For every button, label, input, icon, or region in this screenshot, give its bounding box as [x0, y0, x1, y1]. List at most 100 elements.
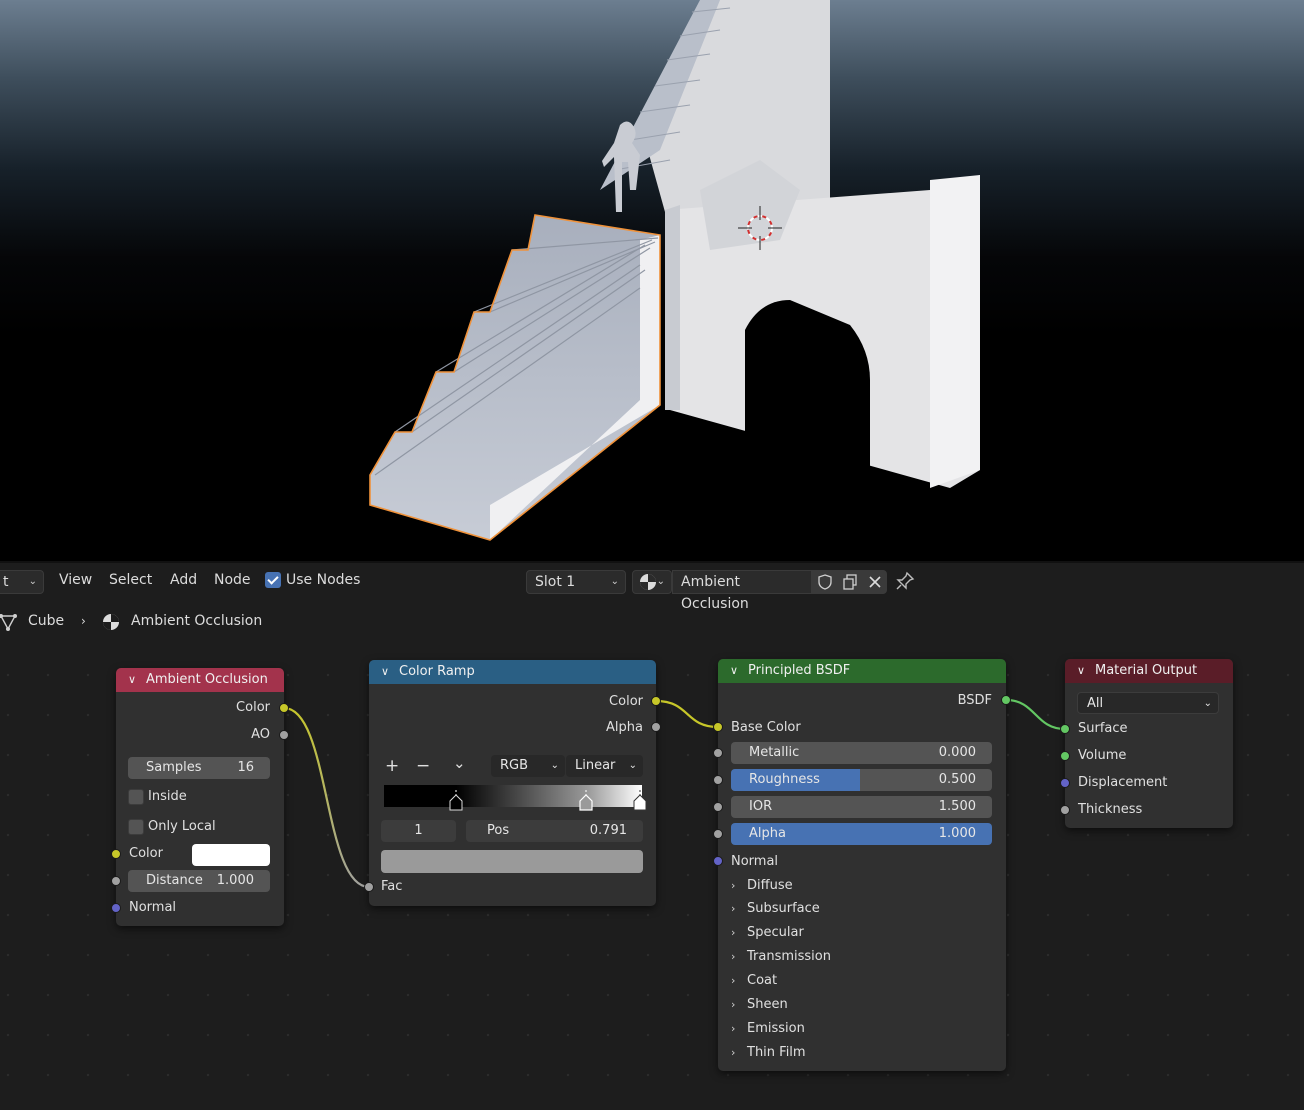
stop-color-swatch[interactable]: [381, 850, 643, 873]
slot-label: Slot 1: [535, 574, 576, 590]
slot-dropdown[interactable]: Slot 1 ⌄: [526, 570, 626, 594]
chevron-down-icon: ⌄: [610, 576, 619, 587]
node-title: Principled BSDF: [748, 663, 851, 678]
socket-bsdf-out[interactable]: [1001, 695, 1011, 705]
interpolation-value: Linear: [575, 758, 616, 773]
close-icon: [869, 576, 881, 588]
ior-field[interactable]: IOR 1.500: [731, 796, 992, 818]
socket-output-thickness-in[interactable]: [1060, 805, 1070, 815]
browse-material-button[interactable]: ⌄: [632, 570, 672, 594]
input-volume-label: Volume: [1078, 748, 1127, 763]
panel-emission[interactable]: › Emission: [731, 1021, 805, 1036]
remove-stop-button[interactable]: −: [416, 756, 430, 776]
target-dropdown[interactable]: All ⌄: [1077, 692, 1219, 714]
node-color-ramp[interactable]: ∨ Color Ramp Color Alpha + − ⌄ RGB ⌄ Lin…: [369, 660, 656, 906]
roughness-label: Roughness: [749, 772, 820, 787]
socket-ao-normal-in[interactable]: [111, 903, 121, 913]
socket-bsdf-roughness-in[interactable]: [713, 775, 723, 785]
panel-thin-film[interactable]: › Thin Film: [731, 1045, 806, 1060]
ramp-menu-button[interactable]: ⌄: [453, 754, 466, 772]
chevron-right-icon: ›: [731, 998, 736, 1011]
node-header[interactable]: ∨ Principled BSDF: [718, 659, 1006, 683]
alpha-field[interactable]: Alpha 1.000: [731, 823, 992, 845]
duplicate-material-button[interactable]: [837, 570, 862, 594]
socket-ao-distance-in[interactable]: [111, 876, 121, 886]
editor-type-dropdown[interactable]: t ⌄: [0, 570, 44, 594]
socket-ao-color-in[interactable]: [111, 849, 121, 859]
chevron-down-icon[interactable]: ∨: [730, 659, 738, 683]
material-sphere-icon: [103, 614, 119, 630]
socket-output-surface-in[interactable]: [1060, 724, 1070, 734]
node-header[interactable]: ∨ Material Output: [1065, 659, 1233, 683]
panel-label: Diffuse: [747, 878, 793, 893]
3d-viewport[interactable]: [0, 0, 1304, 561]
material-name-field[interactable]: Ambient Occlusion: [672, 570, 812, 612]
output-color-label: Color: [609, 694, 643, 709]
socket-bsdf-ior-in[interactable]: [713, 802, 723, 812]
panel-label: Transmission: [747, 949, 831, 964]
ior-value: 1.500: [938, 799, 976, 814]
shield-icon: [818, 574, 832, 590]
menu-view[interactable]: View: [59, 572, 92, 588]
inside-checkbox[interactable]: [128, 789, 144, 805]
menu-node[interactable]: Node: [214, 572, 251, 588]
chevron-down-icon[interactable]: ∨: [128, 668, 136, 692]
use-nodes-label[interactable]: Use Nodes: [286, 572, 360, 588]
menu-select[interactable]: Select: [109, 572, 152, 588]
socket-ramp-color-out[interactable]: [651, 696, 661, 706]
socket-bsdf-alpha-in[interactable]: [713, 829, 723, 839]
metallic-field[interactable]: Metallic 0.000: [731, 742, 992, 764]
socket-output-displacement-in[interactable]: [1060, 778, 1070, 788]
node-header[interactable]: ∨ Color Ramp: [369, 660, 656, 684]
chevron-down-icon: ⌄: [628, 760, 637, 771]
stop-index-field[interactable]: 1: [381, 820, 456, 842]
output-alpha-label: Alpha: [606, 720, 643, 735]
panel-subsurface[interactable]: › Subsurface: [731, 901, 820, 916]
samples-value: 16: [237, 760, 254, 775]
socket-ramp-fac-in[interactable]: [364, 882, 374, 892]
pos-value: 0.791: [589, 823, 627, 838]
menu-add[interactable]: Add: [170, 572, 197, 588]
panel-diffuse[interactable]: › Diffuse: [731, 878, 793, 893]
node-ambient-occlusion[interactable]: ∨ Ambient Occlusion Color AO Samples 16 …: [116, 668, 284, 926]
node-material-output[interactable]: ∨ Material Output All ⌄ Surface Volume D…: [1065, 659, 1233, 828]
unlink-material-button[interactable]: [862, 570, 887, 594]
only-local-checkbox[interactable]: [128, 819, 144, 835]
chevron-down-icon[interactable]: ∨: [381, 660, 389, 684]
socket-output-volume-in[interactable]: [1060, 751, 1070, 761]
node-principled-bsdf[interactable]: ∨ Principled BSDF BSDF Base Color Metall…: [718, 659, 1006, 1071]
use-nodes-checkbox[interactable]: [265, 572, 281, 588]
input-displacement-label: Displacement: [1078, 775, 1168, 790]
pin-icon[interactable]: [895, 571, 915, 591]
distance-value: 1.000: [216, 873, 254, 888]
material-sphere-icon: [640, 574, 656, 590]
panel-specular[interactable]: › Specular: [731, 925, 804, 940]
socket-bsdf-base-color-in[interactable]: [713, 722, 723, 732]
color-swatch[interactable]: [192, 844, 270, 866]
input-normal-label: Normal: [129, 900, 177, 915]
add-stop-button[interactable]: +: [385, 756, 399, 776]
panel-coat[interactable]: › Coat: [731, 973, 777, 988]
roughness-field[interactable]: Roughness 0.500: [731, 769, 992, 791]
interpolation-dropdown[interactable]: Linear ⌄: [566, 755, 643, 777]
panel-transmission[interactable]: › Transmission: [731, 949, 831, 964]
socket-bsdf-metallic-in[interactable]: [713, 748, 723, 758]
panel-sheen[interactable]: › Sheen: [731, 997, 788, 1012]
ramp-stops[interactable]: [378, 790, 648, 812]
editor-type-label: t: [3, 574, 9, 590]
target-value: All: [1087, 696, 1104, 711]
socket-ramp-alpha-out[interactable]: [651, 722, 661, 732]
stop-pos-field[interactable]: Pos 0.791: [466, 820, 643, 842]
socket-ao-color-out[interactable]: [279, 703, 289, 713]
chevron-right-icon: ›: [731, 974, 736, 987]
node-header[interactable]: ∨ Ambient Occlusion: [116, 668, 284, 692]
input-surface-label: Surface: [1078, 721, 1128, 736]
panel-label: Sheen: [747, 997, 788, 1012]
socket-ao-ao-out[interactable]: [279, 730, 289, 740]
fake-user-button[interactable]: [812, 570, 837, 594]
color-mode-dropdown[interactable]: RGB ⌄: [491, 755, 565, 777]
socket-bsdf-normal-in[interactable]: [713, 856, 723, 866]
distance-field[interactable]: Distance 1.000: [128, 870, 270, 892]
samples-field[interactable]: Samples 16: [128, 757, 270, 779]
chevron-down-icon[interactable]: ∨: [1077, 659, 1085, 683]
